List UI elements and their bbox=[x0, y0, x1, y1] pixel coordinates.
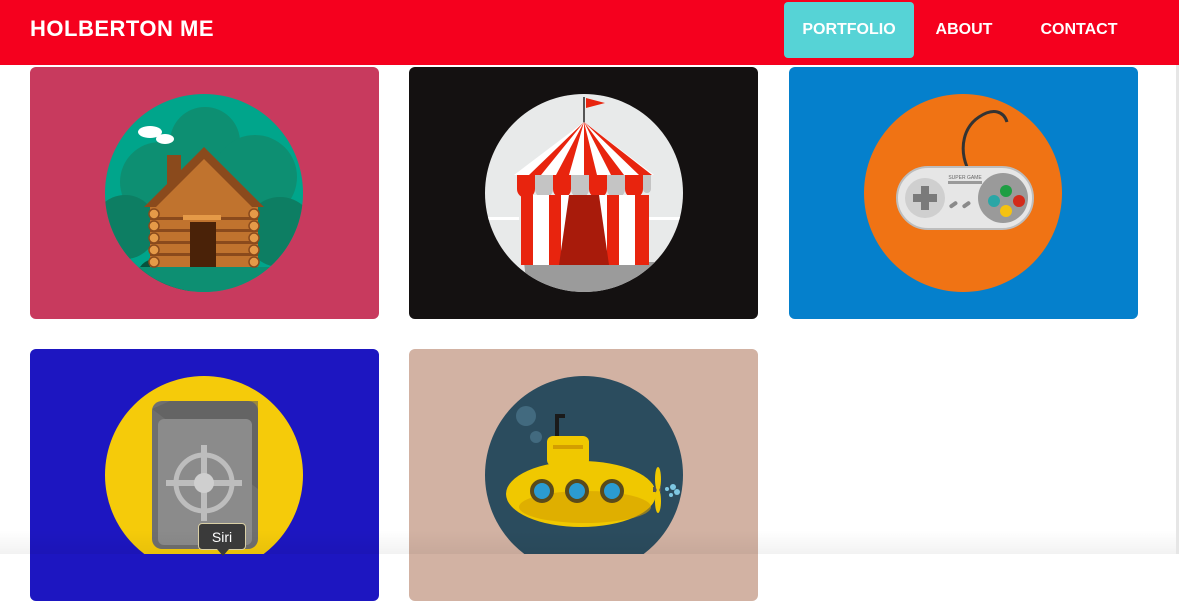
portfolio-card-circus[interactable] bbox=[409, 67, 758, 319]
game-controller-icon: SUPER GAME bbox=[864, 94, 1062, 292]
portfolio-card-cabin[interactable] bbox=[30, 67, 379, 319]
circus-tent-icon bbox=[485, 94, 683, 292]
controller-label: SUPER GAME bbox=[948, 175, 982, 181]
portfolio-card-controller[interactable]: SUPER GAME bbox=[789, 67, 1138, 319]
nav-contact[interactable]: CONTACT bbox=[1024, 2, 1134, 58]
top-navbar: HOLBERTON ME PORTFOLIO ABOUT CONTACT bbox=[0, 0, 1179, 65]
nav-portfolio[interactable]: PORTFOLIO bbox=[784, 2, 914, 58]
siri-tooltip: Siri bbox=[198, 523, 246, 556]
portfolio-card-safe[interactable] bbox=[30, 349, 379, 601]
portfolio-card-submarine[interactable] bbox=[409, 349, 758, 601]
submarine-icon bbox=[485, 376, 683, 554]
bottom-shadow bbox=[0, 530, 1176, 554]
site-logo-text[interactable]: HOLBERTON ME bbox=[30, 16, 214, 42]
log-cabin-icon bbox=[105, 94, 303, 292]
nav-about[interactable]: ABOUT bbox=[914, 2, 1014, 58]
